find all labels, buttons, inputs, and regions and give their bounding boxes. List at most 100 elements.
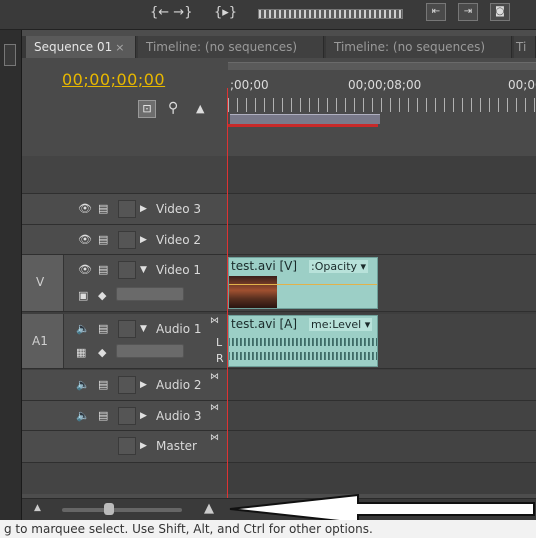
patch-label: V (36, 275, 45, 289)
marker-icon[interactable]: ⚲ (168, 100, 186, 118)
lock-icon[interactable]: ▤ (98, 202, 108, 215)
eye-icon[interactable]: 👁 (78, 263, 92, 276)
track-name: Audio 3 (156, 409, 202, 423)
work-area-bar[interactable] (230, 114, 380, 124)
status-text: g to marquee select. Use Shift, Alt, and… (4, 522, 373, 536)
track-lane[interactable]: test.avi [V] :Opacity ▾ (228, 255, 536, 311)
track-lock-toggle[interactable] (118, 320, 136, 338)
lift-icon[interactable]: ⇤ (426, 3, 446, 21)
waveform-left (229, 338, 377, 346)
time-ruler[interactable]: ;00;00 00;00;08;00 00;00 (228, 58, 536, 156)
track-name: Audio 2 (156, 378, 202, 392)
collapse-icon[interactable]: ▼ (140, 324, 147, 334)
keyframe-icon[interactable]: ◆ (98, 289, 106, 302)
effect-dropdown[interactable]: :Opacity ▾ (309, 260, 369, 273)
speaker-icon[interactable]: 🔈 (76, 322, 90, 335)
playhead[interactable] (227, 88, 228, 518)
keyframe-icon[interactable]: ▲ (196, 102, 214, 120)
empty-track-space (22, 156, 536, 194)
view-area-bar[interactable] (228, 62, 536, 70)
track-lock-toggle[interactable] (118, 261, 136, 279)
shuttle-left-control[interactable]: {← →} (150, 4, 192, 22)
expand-icon[interactable]: ▶ (140, 380, 147, 390)
lock-icon[interactable]: ▤ (98, 409, 108, 422)
export-frame-icon[interactable]: ◙ (490, 3, 510, 21)
expand-icon[interactable]: ▶ (140, 411, 147, 421)
sync-icon: ⋈ (210, 372, 219, 382)
empty-track-space (22, 463, 536, 494)
track-lane[interactable] (228, 431, 536, 462)
lock-icon[interactable]: ▤ (98, 322, 108, 335)
channel-label-r: R (216, 352, 224, 365)
ruler-label-start: ;00;00 (230, 78, 269, 92)
expand-icon[interactable]: ▶ (140, 235, 147, 245)
speaker-icon[interactable]: 🔈 (76, 409, 90, 422)
lock-icon[interactable]: ▤ (98, 263, 108, 276)
track-lock-toggle[interactable] (118, 407, 136, 425)
clip-name: test.avi [V] (231, 259, 298, 273)
track-lane[interactable]: test.avi [A] me:Level ▾ (228, 314, 536, 368)
collapse-icon[interactable]: ▼ (140, 265, 147, 275)
waveform-right (229, 352, 377, 360)
track-lane[interactable] (228, 194, 536, 224)
snap-icon[interactable]: ⊡ (138, 100, 156, 118)
track-lane[interactable] (228, 370, 536, 400)
zoom-slider[interactable] (62, 508, 182, 512)
expand-icon[interactable]: ▶ (140, 204, 147, 214)
panel-tabs: Sequence 01 × Timeline: (no sequences) Ti… (22, 36, 536, 58)
track-audio-1: A1 🔈 ▤ ▼ Audio 1 ⋈ ▦ ◆ L R test.avi [A] … (22, 314, 536, 369)
track-lock-toggle[interactable] (118, 200, 136, 218)
tab-sequence-01[interactable]: Sequence 01 × (26, 36, 136, 58)
zoom-in-icon[interactable]: ▲ (204, 501, 214, 516)
timecode-display[interactable]: 00;00;00;00 (62, 70, 165, 89)
track-lane[interactable] (228, 225, 536, 254)
waveform-display-icon[interactable]: ▦ (76, 346, 86, 359)
source-patch-a1[interactable]: A1 (22, 314, 64, 368)
track-lock-toggle[interactable] (118, 437, 136, 455)
status-bar: g to marquee select. Use Shift, Alt, and… (0, 520, 536, 538)
shuttle-right-control[interactable]: {▸} (214, 4, 237, 22)
extract-icon[interactable]: ⇥ (458, 3, 478, 21)
timeline-panel: Sequence 01 × Timeline: (no sequences) Ti… (22, 30, 536, 520)
tab-label: Timeline: (no sequences) (334, 40, 486, 54)
track-video-3: 👁 ▤ ▶ Video 3 (22, 194, 536, 225)
track-name: Video 3 (156, 202, 202, 216)
sync-icon: ⋈ (210, 433, 219, 443)
eye-icon[interactable]: 👁 (78, 202, 92, 215)
jog-wheel[interactable] (258, 9, 403, 19)
track-lock-toggle[interactable] (118, 376, 136, 394)
keyframe-icon[interactable]: ◆ (98, 346, 106, 359)
ruler-label-mid: 00;00;08;00 (348, 78, 422, 92)
timeline-header: 00;00;00;00 ⊡ ⚲ ▲ (22, 58, 228, 156)
effect-dropdown[interactable]: me:Level ▾ (309, 318, 373, 331)
track-master: ▶ Master ⋈ (22, 431, 536, 463)
speaker-icon[interactable]: 🔈 (76, 378, 90, 391)
expand-icon[interactable]: ▶ (140, 441, 147, 451)
zoom-out-icon[interactable]: ▲ (34, 503, 41, 513)
track-lock-toggle[interactable] (118, 231, 136, 249)
tab-label: Timeline: (no sequences) (146, 40, 298, 54)
keyframe-slider[interactable] (116, 287, 184, 301)
display-style-icon[interactable]: ▣ (78, 289, 88, 302)
eye-icon[interactable]: 👁 (78, 233, 92, 246)
lock-icon[interactable]: ▤ (98, 378, 108, 391)
close-icon[interactable]: × (115, 41, 124, 54)
opacity-line[interactable] (229, 284, 377, 285)
tab-timeline-2[interactable]: Timeline: (no sequences) (326, 36, 512, 58)
track-lane[interactable] (228, 401, 536, 430)
keyframe-slider[interactable] (116, 344, 184, 358)
patch-label: A1 (32, 334, 48, 348)
track-name: Video 1 (156, 263, 202, 277)
track-audio-3: 🔈 ▤ ▶ Audio 3 ⋈ (22, 401, 536, 431)
tab-label: Sequence 01 (34, 40, 113, 54)
tab-timeline-1[interactable]: Timeline: (no sequences) (138, 36, 324, 58)
source-patch-v[interactable]: V (22, 255, 64, 311)
lock-icon[interactable]: ▤ (98, 233, 108, 246)
clip-thumbnail (229, 276, 277, 308)
panel-resize-handle[interactable] (4, 44, 16, 66)
tab-timeline-3[interactable]: Ti (514, 36, 536, 58)
channel-label-l: L (216, 336, 223, 349)
video-clip[interactable]: test.avi [V] :Opacity ▾ (228, 257, 378, 309)
audio-clip[interactable]: test.avi [A] me:Level ▾ (228, 315, 378, 367)
zoom-slider-knob[interactable] (104, 503, 114, 515)
